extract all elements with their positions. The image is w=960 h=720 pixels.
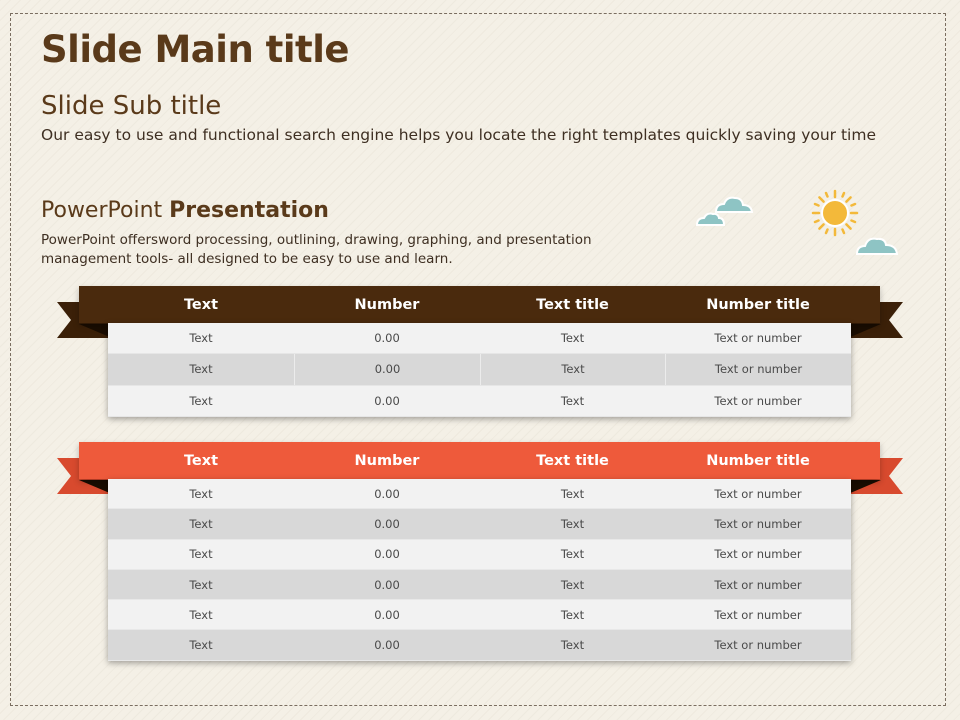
table-cell: Text or number bbox=[714, 393, 802, 408]
table-cell: Text bbox=[560, 393, 585, 408]
table2-header-number-title: Number title bbox=[706, 452, 810, 469]
table1-header-number: Number bbox=[354, 296, 420, 313]
table-row: Text 0.00 Text Text or number bbox=[108, 385, 851, 417]
table-cell: Text bbox=[189, 638, 213, 653]
table-cell: Text bbox=[560, 547, 585, 562]
table-row: Text 0.00 Text Text or number bbox=[108, 539, 851, 570]
table2-header-ribbon: Text Number Text title Number title bbox=[79, 442, 880, 479]
table-cell: 0.00 bbox=[374, 638, 400, 653]
table-row: Text 0.00 Text Text or number bbox=[108, 509, 851, 540]
table-cell: 0.00 bbox=[374, 331, 400, 346]
table-cell: Text bbox=[189, 577, 213, 592]
table-cell: Text bbox=[189, 607, 213, 622]
table1-body: Text 0.00 Text Text or number Text 0.00 … bbox=[108, 323, 851, 417]
table-cell: Text bbox=[560, 331, 585, 346]
table-cell: Text bbox=[189, 393, 213, 408]
table-row: Text 0.00 Text Text or number bbox=[108, 600, 851, 631]
table-cell: 0.00 bbox=[374, 607, 400, 622]
table-cell: Text bbox=[560, 577, 585, 592]
table-cell: Text bbox=[189, 486, 213, 501]
table2-header-text: Text bbox=[183, 452, 219, 469]
table-cell: Text or number bbox=[714, 577, 802, 592]
table-cell: Text or number bbox=[714, 486, 802, 501]
table2-body: Text 0.00 Text Text or number Text 0.00 … bbox=[108, 479, 851, 661]
table-cell: Text bbox=[560, 516, 585, 531]
table1-header-text-title: Text title bbox=[536, 296, 609, 313]
sun-icon bbox=[811, 189, 859, 237]
table-cell: Text or number bbox=[714, 547, 802, 562]
table-cell: Text or number bbox=[714, 607, 802, 622]
table-cell: Text bbox=[189, 331, 213, 346]
cloud-icon bbox=[695, 196, 754, 226]
table-row: Text 0.00 Text Text or number bbox=[108, 323, 851, 355]
section-title-regular: PowerPoint bbox=[41, 198, 170, 223]
table2-header-number: Number bbox=[354, 452, 420, 469]
section-title: PowerPoint Presentation bbox=[41, 198, 329, 223]
table1-header-text: Text bbox=[183, 296, 219, 313]
section-description: PowerPoint offersword processing, outlin… bbox=[41, 232, 592, 267]
sub-description: Our easy to use and functional search en… bbox=[41, 126, 876, 144]
table-cell: Text or number bbox=[714, 638, 802, 653]
table-cell: Text bbox=[560, 607, 585, 622]
table-cell: Text bbox=[189, 547, 213, 562]
table1-header-ribbon: Text Number Text title Number title bbox=[79, 286, 880, 323]
table-cell: Text bbox=[189, 362, 213, 377]
table-cell: Text or number bbox=[665, 354, 851, 385]
table-cell: Text bbox=[560, 638, 585, 653]
table-cell: 0.00 bbox=[374, 516, 400, 531]
table-cell: 0.00 bbox=[374, 393, 400, 408]
table-cell: 0.00 bbox=[294, 354, 480, 385]
cloud-icon bbox=[855, 237, 899, 255]
table-cell: Text or number bbox=[714, 516, 802, 531]
main-title: Slide Main title bbox=[41, 28, 350, 71]
table-cell: 0.00 bbox=[374, 547, 400, 562]
table-cell: Text bbox=[480, 354, 665, 385]
table-cell: 0.00 bbox=[374, 577, 400, 592]
sub-title: Slide Sub title bbox=[41, 91, 222, 121]
table-row: Text 0.00 Text Text or number bbox=[108, 354, 851, 386]
table-cell: Text bbox=[560, 486, 585, 501]
table2-header-text-title: Text title bbox=[536, 452, 609, 469]
table1-header-number-title: Number title bbox=[706, 296, 810, 313]
table-row: Text 0.00 Text Text or number bbox=[108, 569, 851, 601]
table-cell: Text or number bbox=[714, 331, 802, 346]
table-cell: 0.00 bbox=[374, 486, 400, 501]
table-row: Text 0.00 Text Text or number bbox=[108, 630, 851, 661]
table-row: Text 0.00 Text Text or number bbox=[108, 479, 851, 510]
table-cell: Text bbox=[189, 516, 213, 531]
section-title-bold: Presentation bbox=[169, 198, 329, 223]
